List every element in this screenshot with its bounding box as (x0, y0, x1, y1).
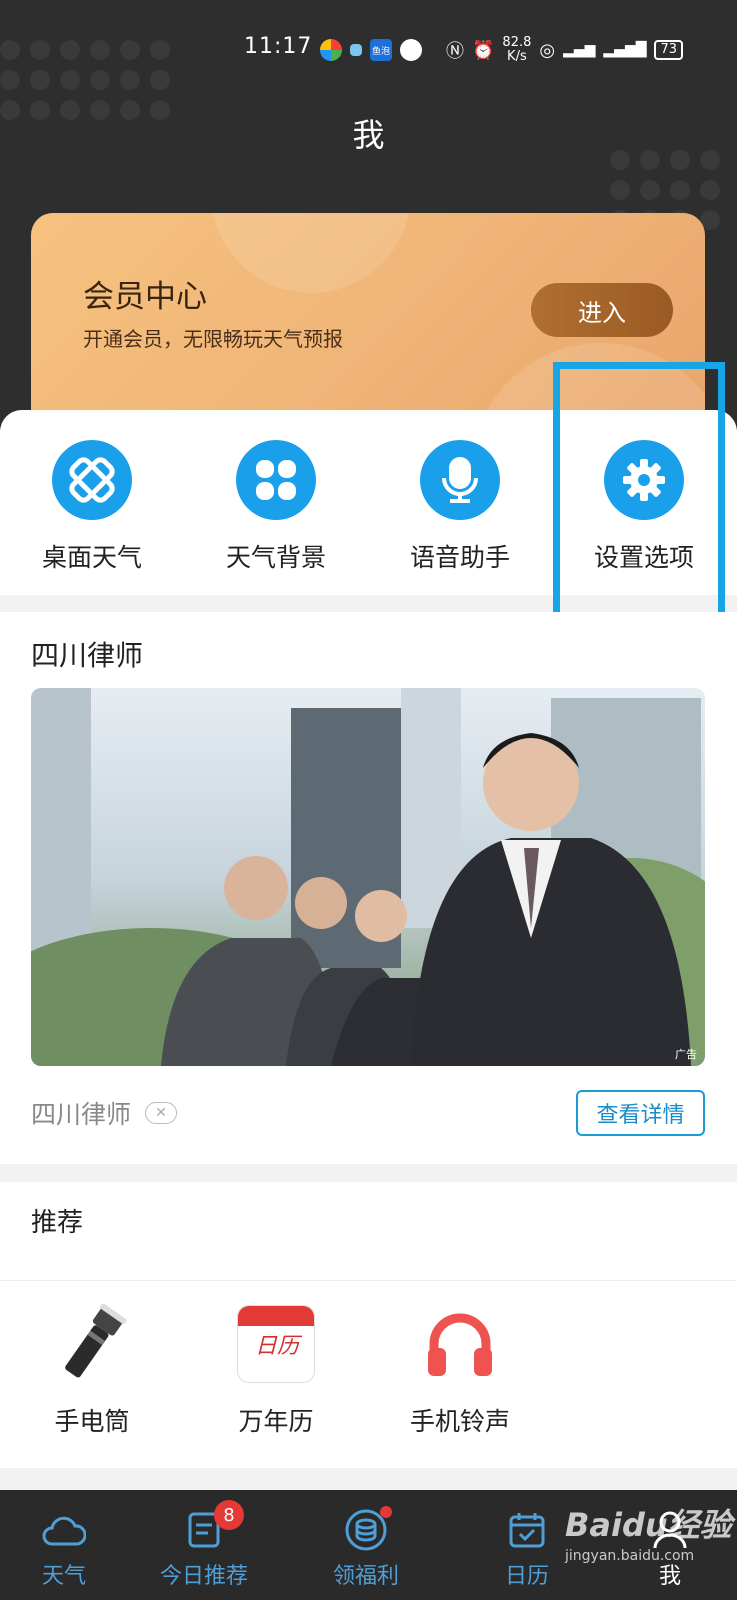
ad-source: 四川律师 ✕ (31, 1095, 178, 1131)
app-badge-icon: 鱼泡 (370, 39, 392, 61)
nfc-icon: Ⓝ (446, 41, 464, 62)
app-notification-icon (320, 39, 342, 61)
nav-label: 今日推荐 (160, 1564, 249, 1589)
widget-icon (52, 440, 132, 520)
status-time: 11:17 (244, 34, 313, 59)
recommend-label: 手机铃声 (409, 1407, 510, 1436)
nav-item-weather[interactable]: 天气 (42, 1508, 86, 1590)
recommend-item-flashlight[interactable]: 手电筒 (0, 1304, 184, 1438)
clover-icon (236, 440, 316, 520)
red-dot (380, 1506, 392, 1518)
signal-5g-icon: ▂▄▆█ (603, 42, 647, 58)
ad-source-label: 四川律师 (31, 1100, 132, 1129)
close-icon[interactable]: ✕ (145, 1102, 178, 1124)
recommend-label: 手电筒 (54, 1407, 130, 1436)
vip-title: 会员中心 (83, 279, 207, 315)
ad-tag: 广告 (675, 1048, 697, 1061)
status-bar: 11:17 鱼泡 Ⓝ ⏰ 82.8 K/s ◎ ▂▄▆ ▂▄▆█ 73 (0, 30, 737, 70)
tool-label: 桌面天气 (41, 543, 142, 572)
recommend-title: 推荐 (31, 1208, 84, 1238)
tool-label: 语音助手 (409, 543, 510, 572)
network-speed: 82.8 K/s (502, 36, 531, 64)
watermark-logo: Baidu经验 (565, 1506, 732, 1544)
watermark: Baidu经验 jingyan.baidu.com (565, 1500, 732, 1564)
vip-subtitle: 开通会员，无限畅玩天气预报 (83, 327, 343, 351)
gallery-notification-icon (350, 44, 362, 56)
calendar-icon (505, 1508, 549, 1552)
headphones-icon (420, 1304, 500, 1384)
tool-voice-assistant[interactable]: 语音助手 (368, 440, 552, 574)
message-bubble-icon (400, 39, 422, 61)
view-details-button[interactable]: 查看详情 (576, 1090, 705, 1136)
nav-label: 日历 (505, 1564, 550, 1589)
hotspot-icon: ◎ (539, 39, 556, 61)
nav-label: 领福利 (333, 1564, 400, 1589)
ad-panel: 四川律师 广告 四川律师 ✕ 查看详情 (0, 612, 737, 1164)
watermark-url: jingyan.baidu.com (565, 1548, 695, 1564)
page-title: 我 (352, 116, 385, 154)
tool-label: 天气背景 (225, 543, 326, 572)
alarm-icon: ⏰ (472, 39, 495, 61)
recommend-label: 万年历 (238, 1407, 314, 1436)
microphone-icon (420, 440, 500, 520)
ad-title: 四川律师 (31, 639, 144, 672)
decorative-circle (211, 213, 411, 293)
network-speed-value: 82.8 (502, 35, 532, 50)
vip-enter-button[interactable]: 进入 (531, 283, 673, 337)
nav-item-calendar[interactable]: 日历 (505, 1508, 549, 1590)
calendar-icon: 日历 (236, 1304, 316, 1384)
network-speed-unit: K/s (507, 49, 527, 64)
recommend-item-ringtone[interactable]: 手机铃声 (368, 1304, 552, 1438)
calendar-icon-text: 日历 (254, 1334, 299, 1359)
nav-label: 天气 (42, 1564, 87, 1589)
nav-item-today-recommend[interactable]: 8 今日推荐 (160, 1500, 249, 1590)
signal-4g-icon: ▂▄▆ (563, 42, 596, 58)
recommend-panel: 推荐 手电筒 日历 万年历 手机铃声 (0, 1182, 737, 1468)
status-icons: 鱼泡 Ⓝ ⏰ 82.8 K/s ◎ ▂▄▆ ▂▄▆█ 73 (320, 36, 684, 64)
recommend-item-calendar[interactable]: 日历 万年历 (184, 1304, 368, 1438)
news-icon: 8 (182, 1500, 244, 1552)
tool-weather-background[interactable]: 天气背景 (184, 440, 368, 574)
battery-icon: 73 (654, 40, 684, 60)
coins-icon (344, 1506, 392, 1552)
ad-image[interactable]: 广告 (31, 688, 705, 1066)
flashlight-icon (52, 1304, 132, 1384)
tool-desktop-weather[interactable]: 桌面天气 (0, 440, 184, 574)
notification-badge: 8 (214, 1500, 244, 1530)
cloud-icon (42, 1508, 86, 1552)
divider (0, 1280, 737, 1281)
nav-item-benefits[interactable]: 领福利 (333, 1506, 400, 1590)
